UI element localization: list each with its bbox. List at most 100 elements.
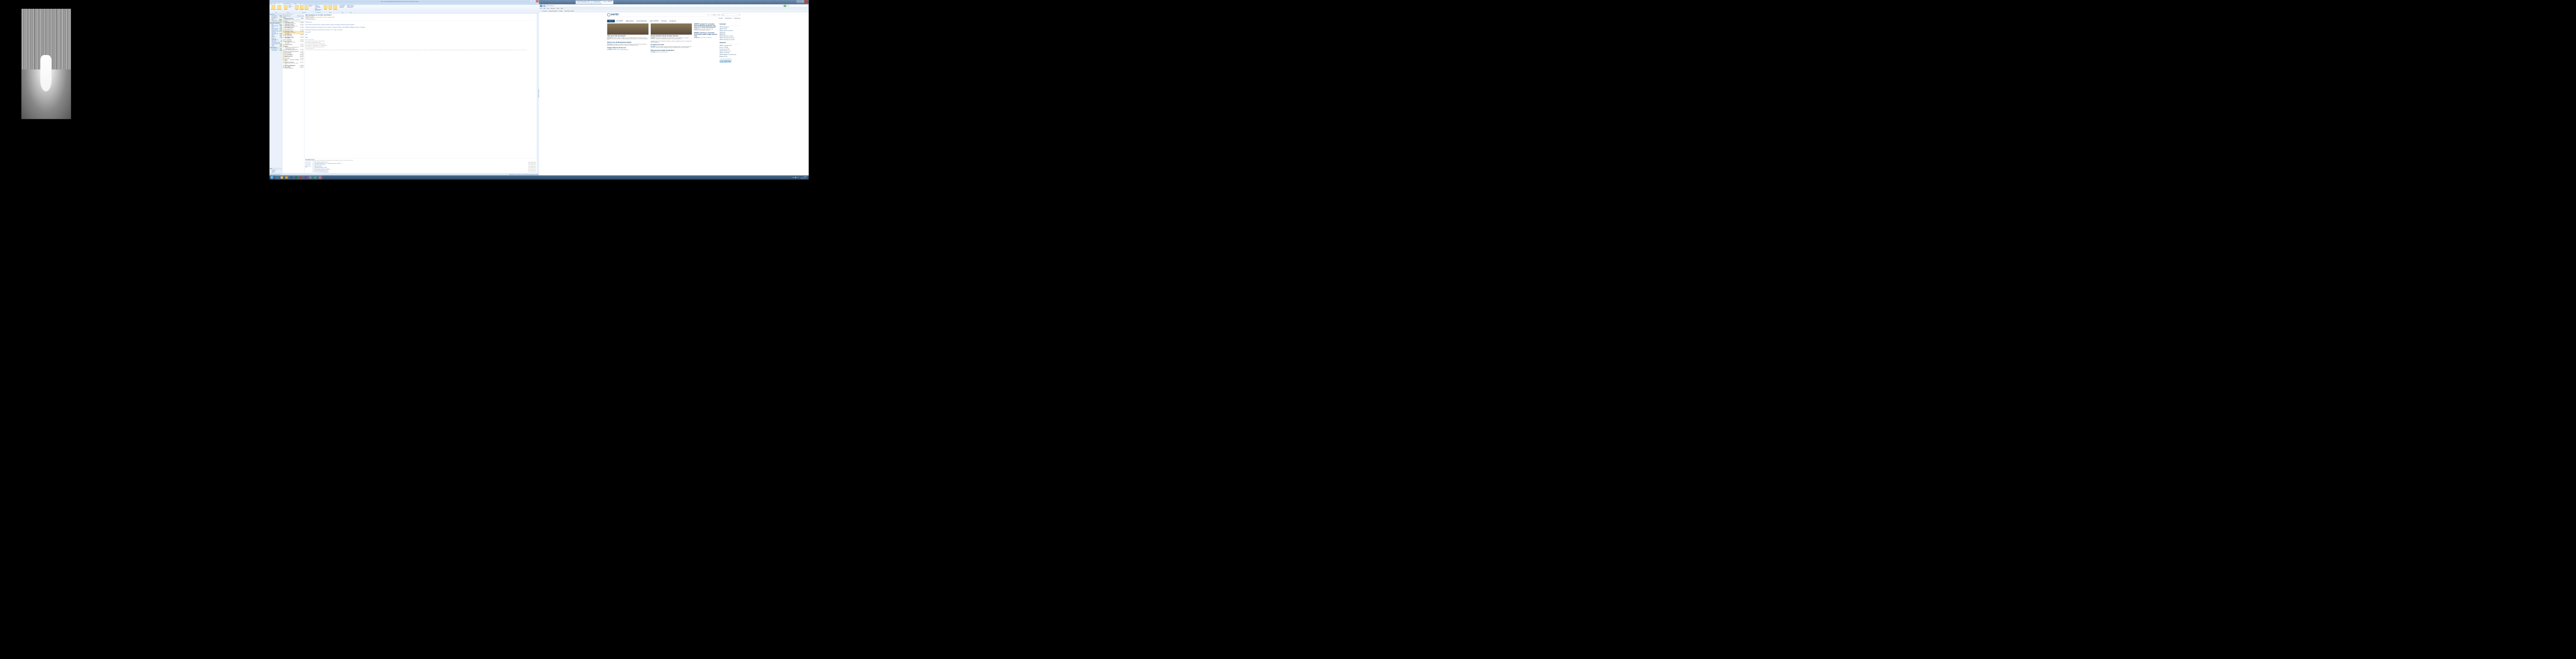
system-tray[interactable]: NO 📶 🔊 bbox=[791, 177, 800, 178]
minimize-button[interactable]: – bbox=[530, 1, 532, 3]
ribbon-forward[interactable]: Forward bbox=[304, 5, 309, 10]
start-button[interactable] bbox=[269, 176, 275, 180]
nav-om-sintef[interactable]: Om SINTEF bbox=[615, 20, 624, 22]
taskbar-app6[interactable] bbox=[299, 176, 303, 180]
news-story[interactable]: SINTEF-seminar 18. november: Kan Vestlan… bbox=[694, 24, 717, 31]
tray-lang[interactable]: NO bbox=[792, 177, 794, 178]
ribbon-reply-all[interactable]: Reply All bbox=[299, 5, 304, 10]
ie-close[interactable]: × bbox=[804, 1, 808, 3]
side-link[interactable]: Byggforskserien bbox=[720, 56, 741, 58]
gemini-logo[interactable]: GEMINI bbox=[720, 60, 741, 63]
news-story[interactable]: En sjanse til å vinne02.11.2011 | Kan GP… bbox=[651, 44, 692, 48]
forward-button[interactable]: ► bbox=[543, 5, 546, 7]
news-story[interactable]: Brannvesenet mangler kompetanse17.10.201… bbox=[651, 49, 692, 53]
news-story[interactable]: Gartligstål åtting rundt undulater ble f… bbox=[651, 41, 692, 43]
nav-pressrom[interactable]: Pressrom bbox=[660, 20, 668, 22]
taskbar-app10[interactable] bbox=[318, 176, 323, 180]
people-pane[interactable]: Smith Bjørn Tønder Connect to social net… bbox=[304, 159, 537, 174]
nav-sintef-no[interactable]: sintef.no bbox=[607, 20, 615, 22]
nav-kommersialisering[interactable]: Kommersialisering bbox=[635, 20, 649, 22]
ribbon-new-items[interactable]: New Items bbox=[277, 5, 282, 10]
ribbon-create-new[interactable]: Create New bbox=[315, 10, 322, 11]
ribbon-more[interactable]: More bbox=[309, 6, 313, 7]
news-story[interactable]: Fanger offshore vind fra øst27.10.2011 |… bbox=[607, 47, 649, 50]
story-headline: En sjanse til å vinne bbox=[651, 44, 692, 46]
fav-link-1[interactable]: kommet forbruker — Googl... bbox=[549, 10, 563, 11]
story-headline: Fanger offshore vind fra øst bbox=[607, 47, 649, 49]
close-button[interactable]: × bbox=[536, 1, 538, 3]
fav-link-2[interactable]: Foreslåtte områder bbox=[565, 10, 574, 11]
message-row[interactable]: Smith Bjørn TønderRE: Inndeling av fremt… bbox=[282, 31, 304, 34]
ribbon-new-e-mail[interactable]: New E-mail bbox=[270, 5, 276, 10]
favorites-star-icon[interactable]: ★ bbox=[540, 10, 541, 11]
monitor-left bbox=[0, 0, 269, 180]
nav-jobbe-i-sintef[interactable]: Jobbe i SINTEF bbox=[648, 20, 660, 22]
menu-view[interactable]: View bbox=[547, 8, 549, 9]
ie-tab-1[interactable]: DIO Intranett bbox=[592, 1, 601, 4]
fav-label[interactable]: Favorites bbox=[543, 10, 547, 11]
show-desktop-button[interactable] bbox=[807, 176, 809, 180]
ribbon-move[interactable]: Move bbox=[324, 5, 328, 10]
news-story[interactable]: Mistet troen på Mongstad-prosjektet08.11… bbox=[607, 42, 649, 46]
ie-maximize[interactable]: □ bbox=[801, 1, 804, 3]
subnav-forsiden[interactable]: Forsiden bbox=[719, 18, 723, 19]
message-row[interactable]: Nguyen Thanh NgocNoen andre som ønsker s… bbox=[282, 62, 304, 65]
taskbar-app9[interactable] bbox=[313, 176, 317, 180]
ribbon-filter-e-mail[interactable]: Filter E-mail bbox=[347, 7, 354, 8]
lang-norsk[interactable]: Norsk bbox=[718, 14, 721, 15]
news-story[interactable]: Smarte kraftnett skal gi fornybar-rekord… bbox=[651, 24, 692, 40]
menu-edit[interactable]: Edit bbox=[544, 8, 546, 9]
taskbar-outlook[interactable] bbox=[284, 176, 289, 180]
lang-english[interactable]: English bbox=[713, 14, 716, 15]
taskbar-excel[interactable] bbox=[294, 176, 298, 180]
subnav-medarbeidere[interactable]: Medarbeidere bbox=[725, 18, 732, 19]
search-icon[interactable]: 🔍 bbox=[739, 14, 741, 15]
ribbon-rules[interactable]: Rules bbox=[328, 5, 333, 10]
envelope-icon bbox=[283, 46, 284, 47]
nav-kontakt-oss[interactable]: Kontakt oss bbox=[668, 20, 677, 22]
nav-milj-og-klima[interactable]: Miljø og klima bbox=[624, 20, 635, 22]
taskbar-app8[interactable] bbox=[308, 176, 313, 180]
subnav-publikasjoner[interactable]: Publikasjoner bbox=[734, 18, 740, 19]
ribbon-follow-up[interactable]: Follow Up bbox=[339, 7, 345, 8]
ie-tab-2[interactable]: sintef.no | SINTEF bbox=[601, 1, 614, 4]
taskbar-word[interactable] bbox=[289, 176, 294, 180]
news-story[interactable]: SINTEF-seminar 15. november: Fru Paulsen… bbox=[694, 32, 717, 38]
side-link[interactable]: SINTEF Teknologi og samfunn bbox=[720, 39, 741, 41]
maximize-button[interactable]: □ bbox=[533, 1, 535, 3]
message-row[interactable]: MidtunMuntendring fra tariffregelverket … bbox=[282, 46, 304, 49]
activity-row[interactable]: ✉SV: KU, Vannforsyningsdirektivet17:51 2… bbox=[313, 171, 536, 173]
refresh-button[interactable]: ⟳ bbox=[784, 5, 786, 7]
excel-icon bbox=[295, 177, 297, 179]
taskbar-explorer[interactable] bbox=[280, 176, 284, 180]
menu-help[interactable]: Help bbox=[561, 8, 563, 9]
taskbar-app7[interactable] bbox=[303, 176, 308, 180]
search-box[interactable]: Bing bbox=[787, 5, 808, 7]
ie-minimize[interactable]: – bbox=[796, 1, 800, 3]
taskbar-clock[interactable]: 21:54 2011-11-17 bbox=[800, 176, 807, 179]
ribbon-junk[interactable]: Junk bbox=[289, 7, 293, 8]
reading-pane: RE: Inndeling av fremtid vannbehov Smith… bbox=[304, 13, 537, 173]
taskbar-ie[interactable] bbox=[275, 176, 279, 180]
back-button[interactable]: ◄ bbox=[540, 5, 543, 7]
ribbon-onenote[interactable]: OneNote bbox=[333, 5, 337, 10]
ie-window: sintef.no vannbruk - Goo... DIO Intranet… bbox=[539, 0, 808, 176]
news-story[interactable]: Tåler huset ditt høstregnet?03.11.2011 |… bbox=[607, 24, 649, 41]
tray-network-icon[interactable]: 📶 bbox=[795, 177, 796, 178]
menu-tools[interactable]: Tools bbox=[556, 8, 559, 9]
message-row[interactable]: Lars John HemRE: Inndeling av fremtid va… bbox=[282, 41, 304, 44]
envelope-icon bbox=[283, 25, 284, 26]
menu-favorites[interactable]: Favorites bbox=[551, 8, 555, 9]
add-contact[interactable]: Add bbox=[306, 167, 312, 168]
people-hint[interactable]: Connect to social networks to show profi… bbox=[306, 160, 536, 161]
tray-volume-icon[interactable]: 🔊 bbox=[798, 177, 799, 178]
ie-tab-0[interactable]: sintef.no vannbruk - Goo... bbox=[575, 1, 592, 4]
sintef-logo[interactable]: SINTEF bbox=[607, 13, 619, 16]
site-search[interactable] bbox=[721, 13, 738, 15]
ribbon-reply[interactable]: Reply bbox=[295, 5, 299, 10]
address-bar[interactable]: http://sintef.no/ bbox=[546, 5, 783, 7]
message-row[interactable]: Olsen Øla B.Plakater til Ransveato 10.11 bbox=[282, 66, 304, 69]
ribbon-delete[interactable]: Delete bbox=[283, 5, 288, 10]
menu-file[interactable]: File bbox=[540, 8, 543, 9]
lang-n[interactable]: N bbox=[707, 14, 708, 15]
